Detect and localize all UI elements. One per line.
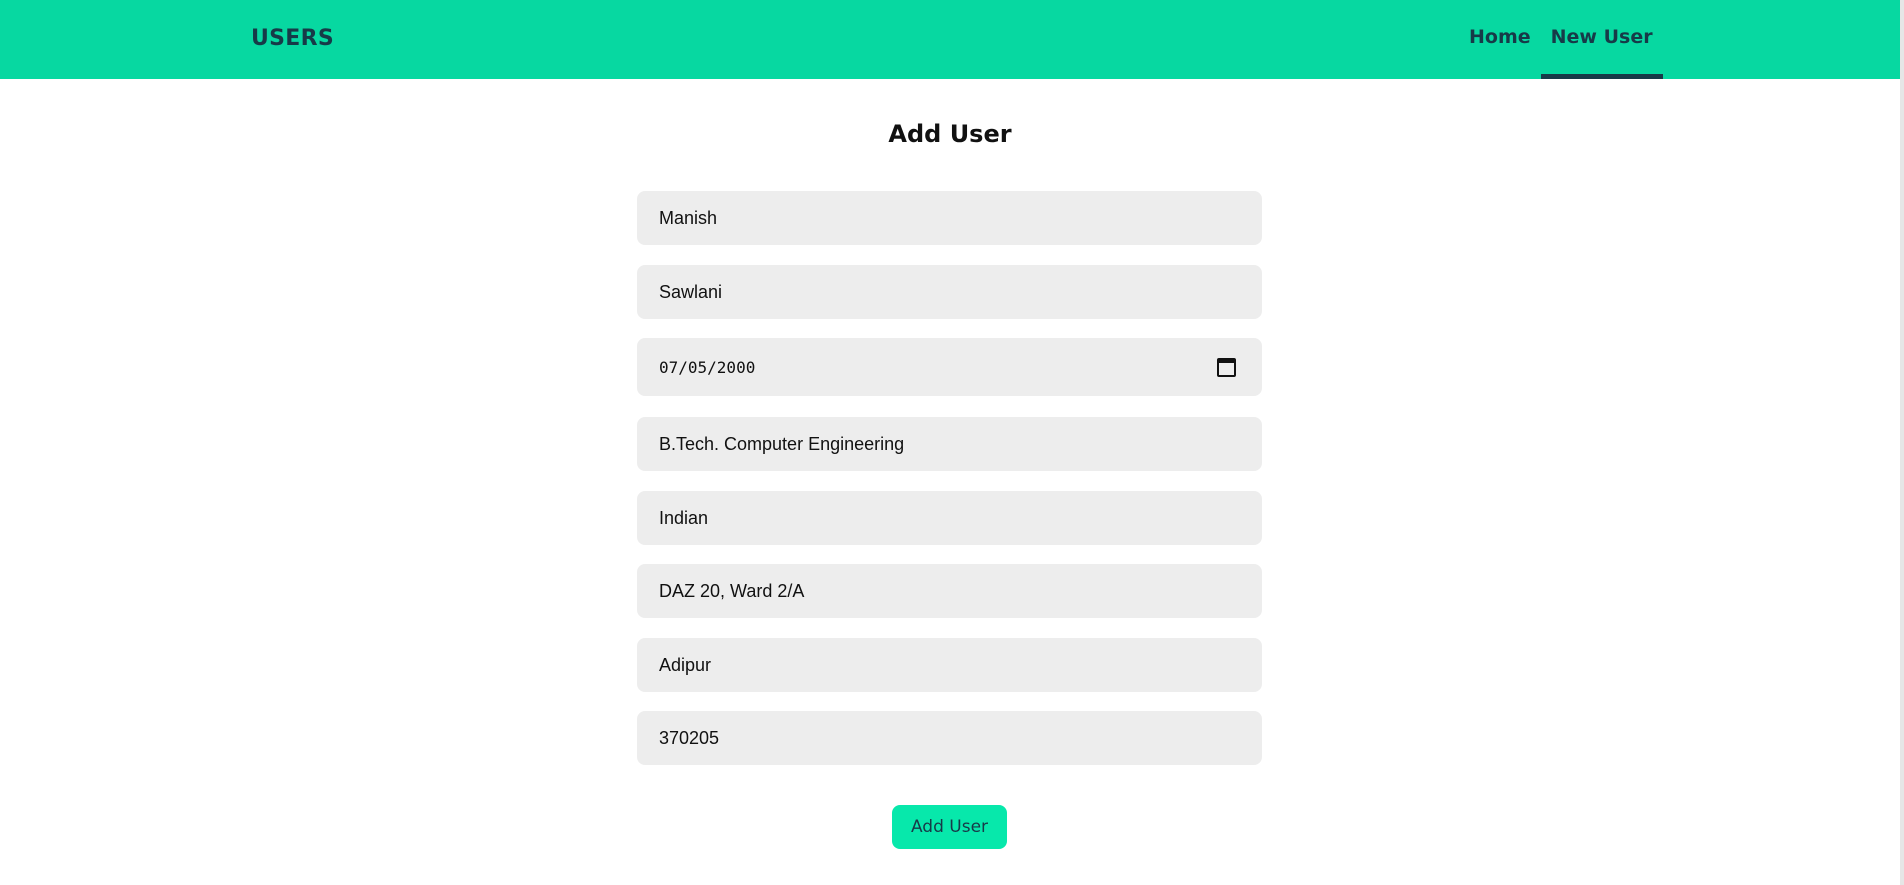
dob-date-input[interactable]: 07/05/2000: [637, 338, 1262, 396]
nationality-value: Indian: [659, 507, 709, 528]
city-input[interactable]: Adipur: [637, 638, 1262, 692]
nationality-input[interactable]: Indian: [637, 491, 1262, 545]
address-value: DAZ 20, Ward 2/A: [659, 580, 805, 601]
scrollbar[interactable]: [1900, 0, 1904, 885]
add-user-button[interactable]: Add User: [892, 805, 1007, 849]
nav-link-home[interactable]: Home: [1459, 0, 1541, 79]
address-input[interactable]: DAZ 20, Ward 2/A: [637, 564, 1262, 618]
page: USERS Home New User Add User Manish Sawl…: [0, 0, 1904, 885]
last-name-value: Sawlani: [659, 281, 723, 302]
first-name-input[interactable]: Manish: [637, 191, 1262, 245]
qualification-input[interactable]: B.Tech. Computer Engineering: [637, 417, 1262, 471]
nav-link-new-user[interactable]: New User: [1540, 0, 1663, 79]
page-title: Add User: [888, 120, 1012, 148]
dob-value: 07/05/2000: [659, 357, 756, 377]
calendar-icon[interactable]: [1217, 357, 1236, 377]
navbar: USERS Home New User: [0, 0, 1900, 79]
qualification-value: B.Tech. Computer Engineering: [659, 433, 905, 454]
pincode-input[interactable]: 370205: [637, 711, 1262, 765]
last-name-input[interactable]: Sawlani: [637, 265, 1262, 319]
brand-logo[interactable]: USERS: [251, 26, 334, 51]
first-name-value: Manish: [659, 207, 718, 228]
city-value: Adipur: [659, 654, 712, 675]
pincode-value: 370205: [659, 727, 720, 748]
nav-links: Home New User: [1459, 0, 1663, 79]
